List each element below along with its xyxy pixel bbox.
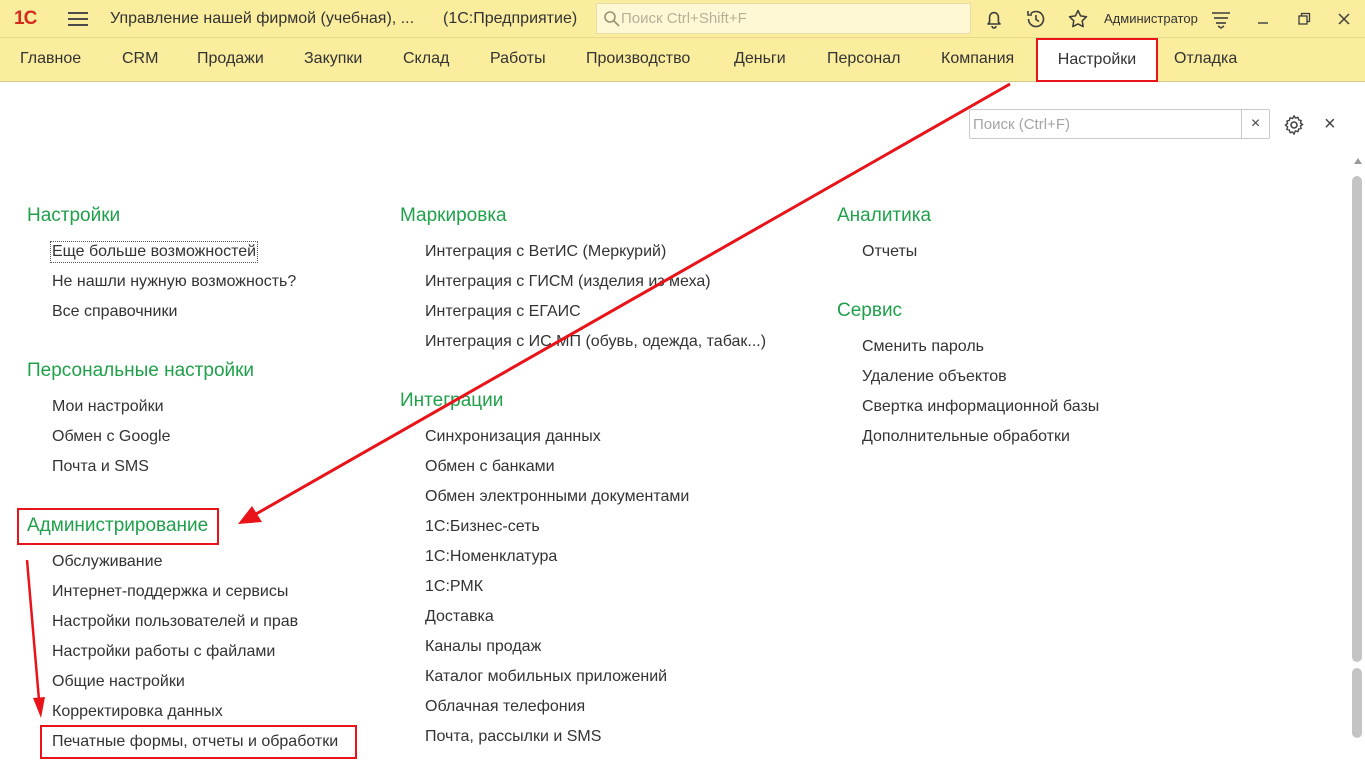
close-panel-button[interactable]: ×: [1324, 114, 1336, 134]
menu-item-general-settings[interactable]: Общие настройки: [52, 673, 185, 691]
search-icon: [604, 11, 620, 27]
section-settings[interactable]: Настройки: [1036, 38, 1158, 82]
menu-item-change-password[interactable]: Сменить пароль: [862, 338, 984, 356]
menu-item-mail-sms[interactable]: Почта и SMS: [52, 458, 149, 476]
menu-item-business-network[interactable]: 1С:Бизнес-сеть: [425, 518, 540, 536]
menu-item-delete-objects[interactable]: Удаление объектов: [862, 368, 1007, 386]
menu-item-rmk[interactable]: 1С:РМК: [425, 578, 483, 596]
arrow-head-administration: [238, 506, 262, 524]
menu-item-print-forms[interactable]: Печатные формы, отчеты и обработки: [52, 733, 338, 751]
menu-lines-icon[interactable]: [1209, 7, 1233, 31]
panel-search-field[interactable]: ×: [969, 109, 1270, 139]
section-production[interactable]: Производство: [586, 50, 690, 68]
menu-item-all-catalogs[interactable]: Все справочники: [52, 303, 177, 321]
menu-item-delivery[interactable]: Доставка: [425, 608, 494, 626]
group-title-administration: Администрирование: [27, 515, 209, 536]
menu-item-gism[interactable]: Интеграция с ГИСМ (изделия из меха): [425, 273, 711, 291]
section-settings-label: Настройки: [1057, 51, 1137, 68]
restore-window-icon[interactable]: [1293, 8, 1315, 30]
menu-item-reports[interactable]: Отчеты: [862, 243, 917, 261]
menu-item-vetis[interactable]: Интеграция с ВетИС (Меркурий): [425, 243, 666, 261]
section-works[interactable]: Работы: [490, 50, 546, 68]
menu-item-data-correction[interactable]: Корректировка данных: [52, 703, 223, 721]
menu-item-user-rights[interactable]: Настройки пользователей и прав: [52, 613, 298, 631]
group-title-settings: Настройки: [27, 205, 121, 226]
section-money[interactable]: Деньги: [734, 50, 786, 68]
section-main[interactable]: Главное: [20, 50, 81, 68]
section-personnel[interactable]: Персонал: [827, 50, 900, 68]
main-menu-icon[interactable]: [68, 12, 88, 26]
minimize-icon[interactable]: [1252, 8, 1274, 30]
menu-item-nomenclature[interactable]: 1С:Номенклатура: [425, 548, 557, 566]
menu-item-db-collapse[interactable]: Свертка информационной базы: [862, 398, 1099, 416]
group-title-analytics: Аналитика: [837, 205, 932, 226]
menu-item-missing-feature[interactable]: Не нашли нужную возможность?: [52, 273, 296, 291]
arrow-to-administration: [255, 82, 1011, 516]
scrollbar-thumb[interactable]: [1352, 176, 1362, 662]
menu-item-extra-processing[interactable]: Дополнительные обработки: [862, 428, 1070, 446]
app-logo[interactable]: 1С: [14, 8, 37, 30]
section-debug[interactable]: Отладка: [1174, 50, 1237, 68]
section-crm[interactable]: CRM: [122, 50, 158, 68]
group-title-marking: Маркировка: [400, 205, 507, 226]
group-title-integrations: Интеграции: [400, 390, 504, 411]
bell-icon[interactable]: [982, 7, 1006, 31]
menu-item-my-settings[interactable]: Мои настройки: [52, 398, 164, 416]
section-warehouse[interactable]: Склад: [403, 50, 449, 68]
section-company[interactable]: Компания: [941, 50, 1014, 68]
section-purchases[interactable]: Закупки: [304, 50, 362, 68]
menu-item-edi[interactable]: Обмен электронными документами: [425, 488, 689, 506]
menu-item-online-support[interactable]: Интернет-поддержка и сервисы: [52, 583, 288, 601]
menu-item-mail-mailings-sms[interactable]: Почта, рассылки и SMS: [425, 728, 601, 746]
section-sales[interactable]: Продажи: [197, 50, 264, 68]
group-title-service: Сервис: [837, 300, 903, 321]
app-title: Управление нашей фирмой (учебная), ...: [110, 10, 415, 27]
menu-item-data-sync[interactable]: Синхронизация данных: [425, 428, 601, 446]
title-bar: 1С Управление нашей фирмой (учебная), ..…: [0, 0, 1365, 38]
gear-icon[interactable]: [1282, 113, 1306, 137]
arrow-to-print-forms: [25, 559, 41, 701]
scrollbar-lower-track[interactable]: [1352, 668, 1362, 738]
close-icon[interactable]: [1333, 8, 1355, 30]
menu-item-google-exchange[interactable]: Обмен с Google: [52, 428, 170, 446]
menu-item-egais[interactable]: Интеграция с ЕГАИС: [425, 303, 581, 321]
menu-item-cloud-telephony[interactable]: Облачная телефония: [425, 698, 585, 716]
sections-panel: Главное CRM Продажи Закупки Склад Работы…: [0, 38, 1365, 82]
menu-item-is-mp[interactable]: Интеграция с ИС МП (обувь, одежда, табак…: [425, 333, 766, 351]
group-title-personal-settings: Персональные настройки: [27, 360, 255, 381]
history-icon[interactable]: [1024, 7, 1048, 31]
global-search-input[interactable]: [621, 7, 961, 30]
star-icon[interactable]: [1066, 7, 1090, 31]
menu-item-sales-channels[interactable]: Каналы продаж: [425, 638, 541, 656]
menu-item-maintenance[interactable]: Обслуживание: [52, 553, 162, 571]
menu-item-mobile-apps[interactable]: Каталог мобильных приложений: [425, 668, 667, 686]
menu-item-more-features[interactable]: Еще больше возможностей: [49, 241, 259, 263]
user-name[interactable]: Администратор: [1104, 11, 1198, 26]
menu-item-file-settings[interactable]: Настройки работы с файлами: [52, 643, 275, 661]
arrow-head-print-forms: [33, 697, 45, 718]
app-subtitle: (1С:Предприятие): [443, 10, 578, 27]
global-search-field[interactable]: [596, 3, 971, 34]
scroll-up-arrow[interactable]: [1354, 158, 1362, 164]
clear-search-button[interactable]: ×: [1241, 110, 1269, 138]
panel-search-input[interactable]: [973, 113, 1241, 135]
menu-item-bank-exchange[interactable]: Обмен с банками: [425, 458, 555, 476]
